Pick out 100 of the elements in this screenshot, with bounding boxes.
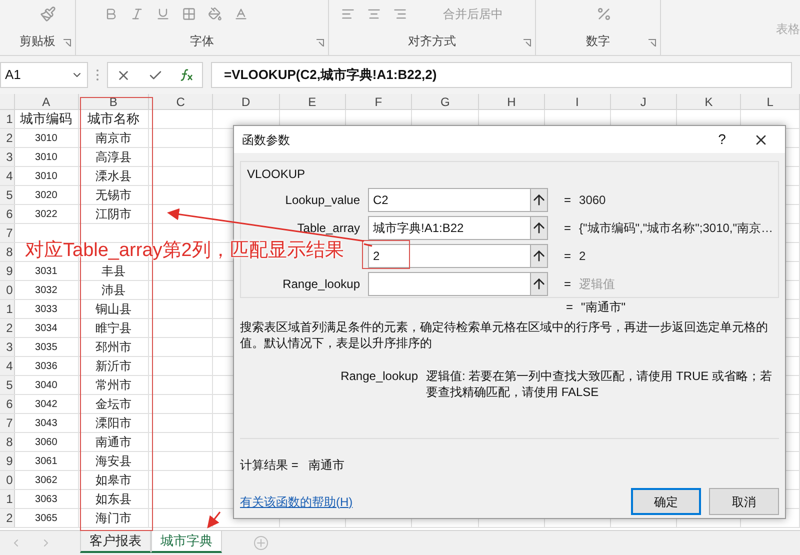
argument-field[interactable] — [368, 272, 548, 296]
font-color-icon[interactable] — [234, 7, 248, 21]
column-header[interactable]: E — [280, 94, 346, 109]
row-header[interactable]: 8 — [0, 243, 15, 261]
argument-field[interactable]: 城市字典!A1:B22 — [368, 216, 548, 240]
table-cell-text: 3043 — [35, 416, 58, 430]
table-cell-text: 3063 — [35, 492, 58, 506]
row-header[interactable]: 5 — [0, 376, 15, 394]
table-cell-text: 3032 — [35, 284, 58, 298]
row-header[interactable]: 0 — [0, 471, 15, 489]
table-cell-text: 无锡市 — [95, 187, 132, 204]
row-header[interactable]: 2 — [0, 319, 15, 337]
table-cell-text: 3010 — [35, 170, 58, 184]
dialog-launcher-icon[interactable] — [316, 39, 324, 47]
column-header[interactable]: J — [610, 94, 678, 109]
table-cell-text: 3033 — [35, 302, 58, 316]
dialog-launcher-icon[interactable] — [523, 39, 531, 47]
row-header[interactable]: 3 — [0, 338, 15, 356]
dialog-title: 函数参数 — [242, 132, 291, 148]
dialog-button[interactable]: 确定 — [631, 488, 701, 515]
table-cell-text: 3065 — [35, 512, 58, 526]
row-header[interactable]: 1 — [0, 300, 15, 318]
table-cell-text: 城市编码 — [20, 110, 72, 128]
name-box[interactable]: A1 — [0, 62, 88, 88]
column-header[interactable]: A — [14, 94, 79, 109]
row-header[interactable]: 6 — [0, 205, 15, 223]
sheet-tab[interactable]: 客户报表 — [80, 531, 151, 553]
bold-icon[interactable] — [104, 7, 118, 21]
row-header[interactable]: 8 — [0, 433, 15, 451]
collapse-dialog-icon[interactable] — [530, 217, 547, 239]
column-header[interactable]: K — [677, 94, 742, 109]
dialog-button[interactable]: 取消 — [709, 488, 779, 515]
ribbon-label: 表格 — [776, 21, 800, 38]
formula-field[interactable]: =VLOOKUP(C2,城市字典!A1:B22,2) — [211, 62, 792, 88]
column-header[interactable]: I — [544, 94, 611, 109]
row-header[interactable]: 1 — [0, 490, 15, 508]
border-icon[interactable] — [182, 7, 196, 21]
column-header[interactable]: G — [412, 94, 480, 109]
row-header[interactable]: 1 — [0, 110, 15, 128]
align-center-icon[interactable] — [367, 7, 381, 21]
argument-name: Range_lookup — [340, 368, 419, 385]
collapse-dialog-icon[interactable] — [530, 273, 547, 295]
row-header[interactable]: 3 — [0, 148, 15, 166]
column-header[interactable]: B — [78, 94, 150, 109]
table-cell-text: 3022 — [35, 208, 58, 222]
add-sheet-icon[interactable] — [254, 536, 268, 550]
row-header[interactable]: 4 — [0, 167, 15, 185]
table-cell-text: 高淳县 — [95, 149, 132, 166]
dialog-launcher-icon[interactable] — [648, 39, 656, 47]
row-header[interactable]: 7 — [0, 414, 15, 432]
help-button[interactable]: ? — [707, 129, 737, 150]
argument-label: Range_lookup — [282, 277, 360, 291]
row-header[interactable]: 9 — [0, 452, 15, 470]
column-header[interactable]: L — [741, 94, 800, 109]
argument-field[interactable]: 2 — [368, 244, 548, 268]
table-cell-text: 3034 — [35, 322, 58, 336]
format-painter-icon[interactable] — [40, 6, 56, 22]
row-header[interactable]: 9 — [0, 262, 15, 280]
row-header[interactable]: 4 — [0, 357, 15, 375]
leader-line — [364, 243, 372, 247]
dialog-launcher-icon[interactable] — [63, 39, 71, 47]
table-cell-text: 新沂市 — [95, 358, 132, 375]
column-header[interactable]: D — [213, 94, 280, 109]
row-header[interactable]: 6 — [0, 395, 15, 413]
table-cell-text: 如东县 — [95, 491, 132, 508]
align-left-icon[interactable] — [341, 7, 355, 21]
ribbon-group-label: 对齐方式 — [408, 33, 456, 50]
row-header[interactable]: 2 — [0, 129, 15, 147]
sheet-tab[interactable]: 城市字典 — [151, 531, 222, 553]
collapse-dialog-icon[interactable] — [530, 245, 547, 267]
align-right-icon[interactable] — [393, 7, 407, 21]
help-link[interactable]: 有关该函数的帮助(H) — [240, 492, 623, 510]
underline-icon[interactable] — [156, 7, 170, 21]
table-cell-text: 金坛市 — [95, 396, 132, 413]
argument-label: Lookup_value — [285, 193, 360, 207]
formula-result: "南通市" — [581, 299, 626, 316]
percent-icon[interactable] — [596, 6, 612, 22]
table-cell-text: 3010 — [35, 132, 58, 146]
argument-result: 逻辑值 — [579, 276, 616, 293]
italic-icon[interactable] — [130, 7, 144, 21]
fill-color-icon[interactable] — [208, 7, 222, 21]
equals-sign: = — [564, 220, 572, 237]
table-cell-text: 溧水县 — [95, 168, 132, 185]
column-header[interactable]: H — [479, 94, 545, 109]
row-header[interactable]: 7 — [0, 224, 15, 242]
table-cell-text: 3020 — [35, 188, 58, 202]
calculation-label: 计算结果 = — [240, 457, 298, 474]
table-cell-text: 南京市 — [95, 130, 132, 147]
table-cell-text: 3042 — [35, 398, 58, 412]
row-header[interactable]: 5 — [0, 186, 15, 204]
equals-sign: = — [564, 192, 572, 209]
column-header[interactable]: F — [346, 94, 412, 109]
table-cell-text: 南通市 — [95, 434, 132, 451]
table-cell-text: 溧阳市 — [95, 415, 132, 432]
row-header[interactable]: 0 — [0, 281, 15, 299]
row-header[interactable]: 2 — [0, 509, 15, 527]
column-header[interactable]: C — [149, 94, 213, 109]
collapse-dialog-icon[interactable] — [530, 189, 547, 211]
argument-field[interactable]: C2 — [368, 188, 548, 212]
function-icon[interactable] — [180, 69, 194, 81]
